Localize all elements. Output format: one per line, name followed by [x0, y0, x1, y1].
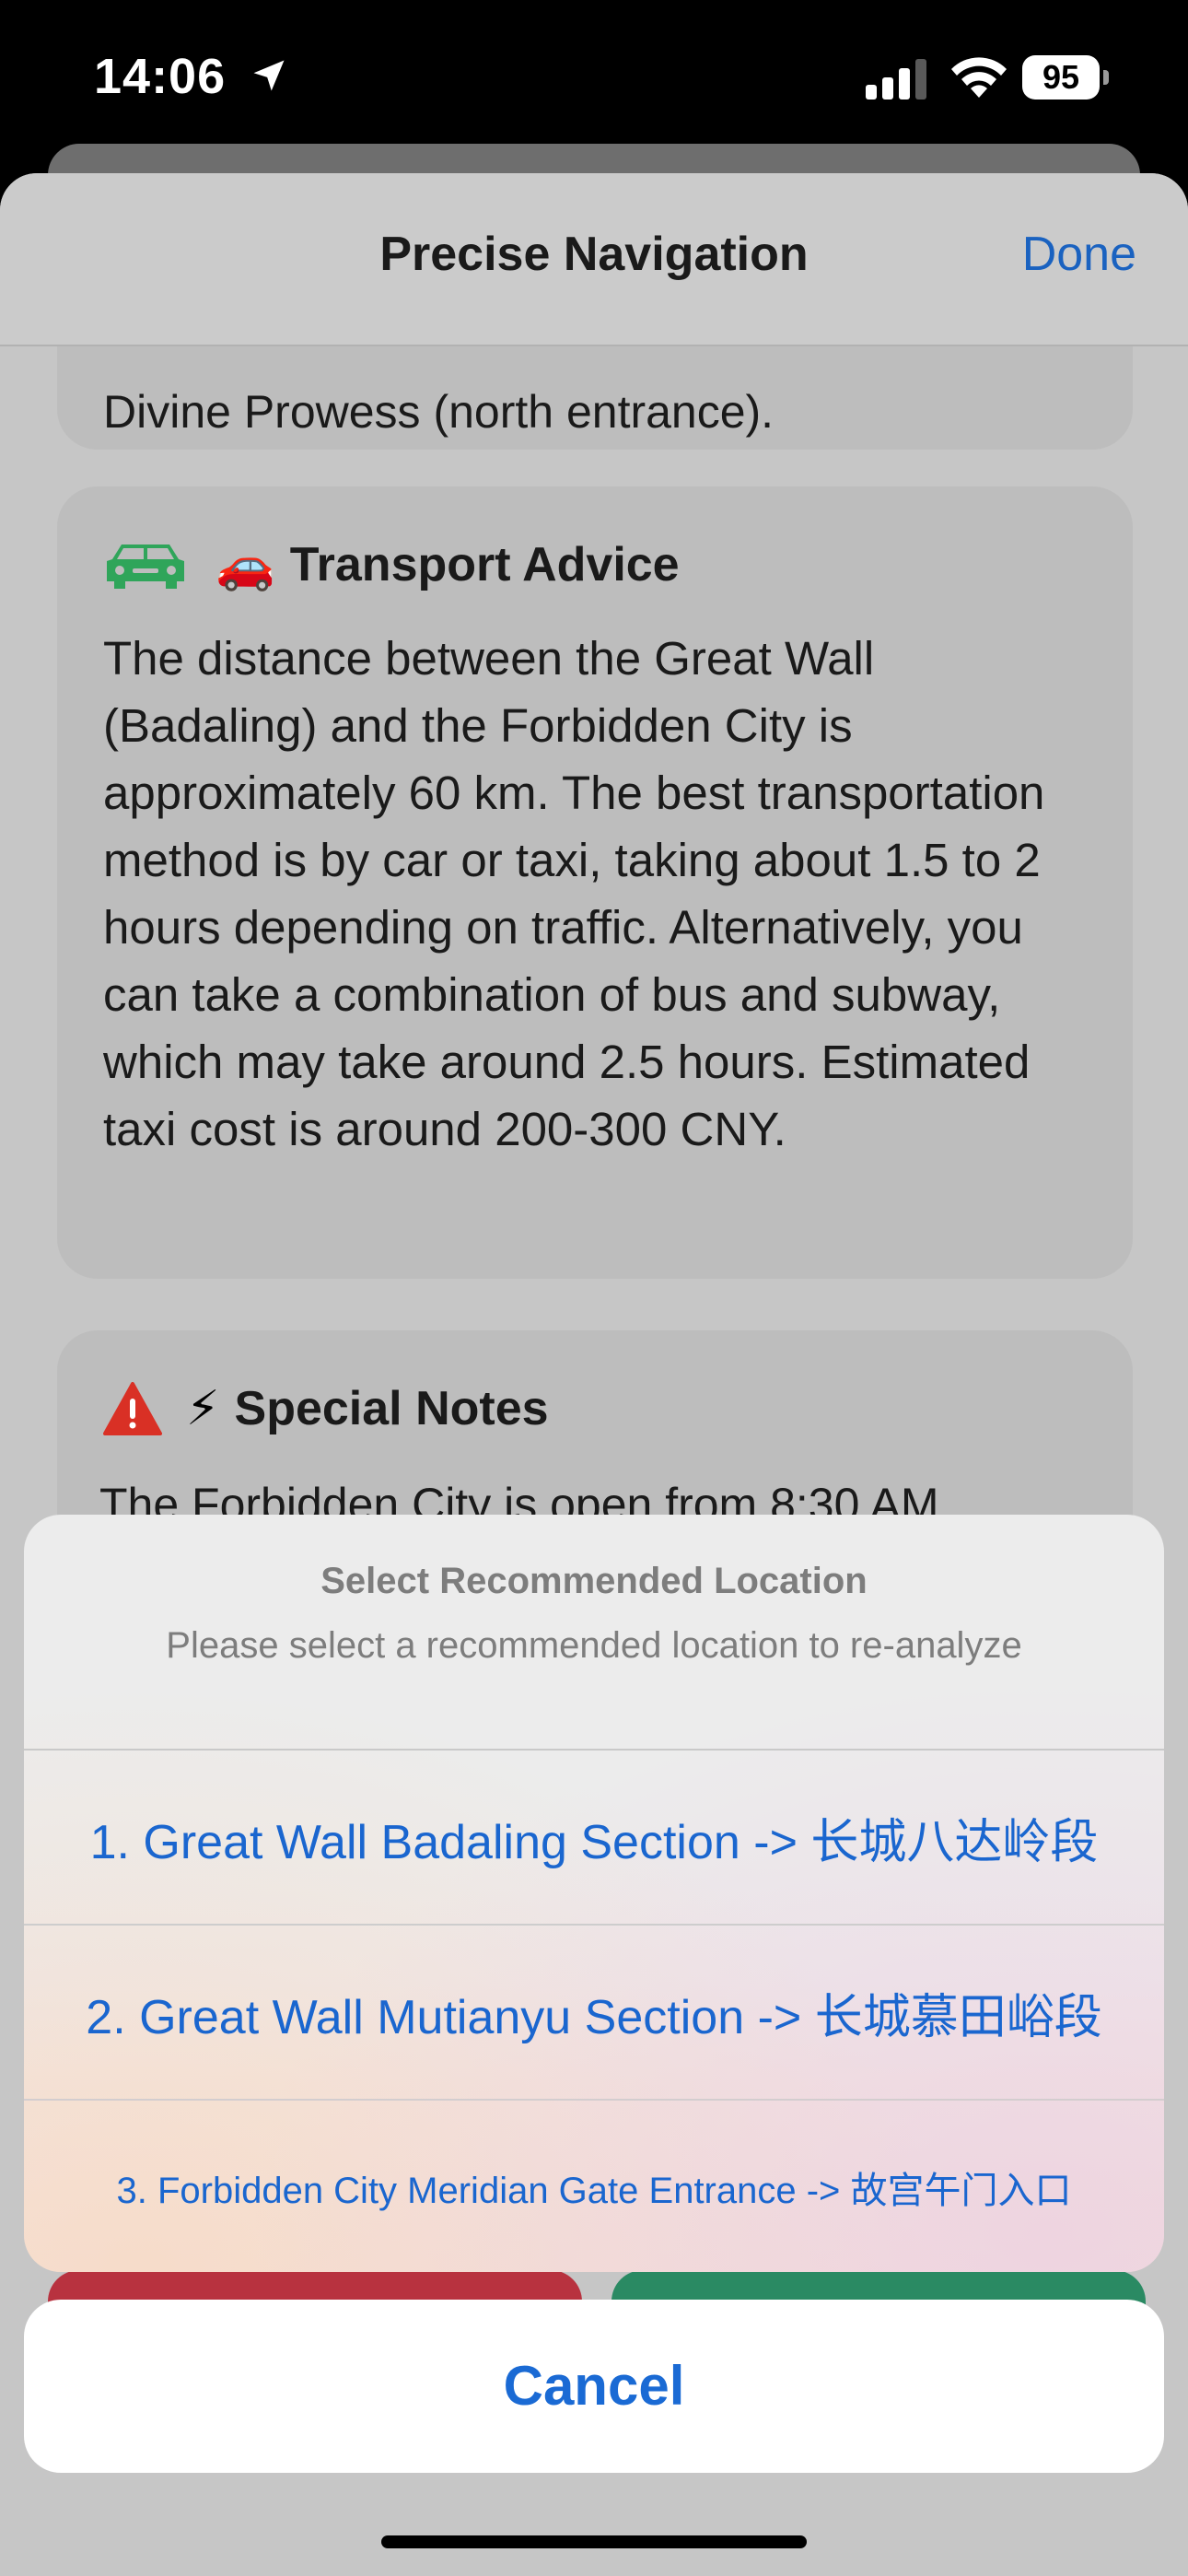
status-bar: 14:06 95 — [0, 0, 1188, 157]
wifi-icon — [951, 57, 1007, 98]
page-title: Precise Navigation — [379, 228, 809, 281]
car-emoji: 🚗 — [215, 538, 275, 592]
recommended-location-action-sheet: Select Recommended Location Please selec… — [24, 1515, 1164, 2272]
warning-icon — [103, 1382, 162, 1435]
card-title: Special Notes — [234, 1382, 549, 1435]
card-title: Transport Advice — [289, 538, 680, 591]
location-option-meridian-gate[interactable]: 3. Forbidden City Meridian Gate Entrance… — [24, 2101, 1164, 2272]
status-time: 14:06 — [94, 49, 227, 104]
cancel-button[interactable]: Cancel — [24, 2300, 1164, 2473]
location-option-mutianyu[interactable]: 2. Great Wall Mutianyu Section -> 长城慕田峪段 — [24, 1926, 1164, 2101]
battery-cap — [1103, 70, 1109, 85]
action-sheet-message: Please select a recommended location to … — [166, 1625, 1022, 1666]
done-button[interactable]: Done — [1022, 227, 1136, 282]
route-text: Divine Prowess (north entrance). — [103, 386, 775, 438]
action-sheet-title: Select Recommended Location — [320, 1561, 868, 1601]
card-header: ⚡ Special Notes — [103, 1376, 549, 1441]
nav-bar: Precise Navigation Done — [0, 173, 1188, 346]
battery-indicator: 95 — [1022, 55, 1111, 101]
cellular-signal-icon — [866, 59, 926, 100]
action-sheet-header: Select Recommended Location Please selec… — [24, 1515, 1164, 1751]
transport-advice-text: The distance between the Great Wall (Bad… — [103, 632, 1045, 1155]
car-icon — [107, 544, 184, 589]
home-indicator — [381, 2535, 807, 2548]
lightning-emoji: ⚡ — [186, 1382, 220, 1435]
location-arrow-icon — [253, 60, 285, 91]
transport-advice-card: 🚗 Transport Advice The distance between … — [57, 486, 1133, 1279]
location-option-badaling[interactable]: 1. Great Wall Badaling Section -> 长城八达岭段 — [24, 1751, 1164, 1926]
battery-level: 95 — [1022, 55, 1100, 100]
card-header: 🚗 Transport Advice — [103, 533, 680, 597]
